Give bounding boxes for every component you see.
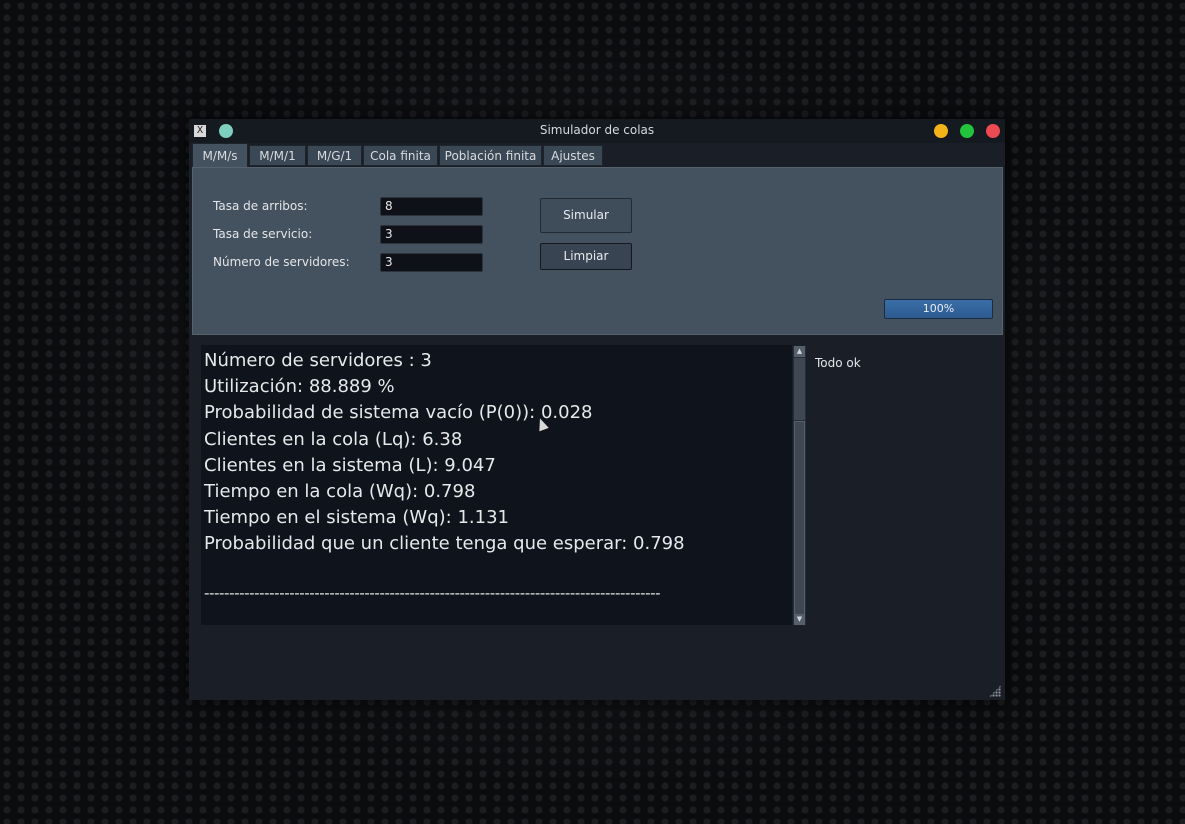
output-scrollbar[interactable]: ▲ ▼ — [793, 346, 806, 625]
tab-ajustes[interactable]: Ajustes — [543, 145, 603, 166]
scrollbar-track[interactable] — [794, 358, 805, 420]
result-line: Utilización: 88.889 % — [204, 376, 395, 398]
arrival-rate-label: Tasa de arribos: — [213, 199, 308, 213]
result-line: Clientes en la cola (Lq): 6.38 — [204, 428, 463, 450]
maximize-button[interactable] — [960, 124, 974, 138]
status-message: Todo ok — [815, 356, 861, 370]
close-button[interactable] — [986, 124, 1000, 138]
results-output[interactable]: Número de servidores : 3 Utilización: 88… — [201, 345, 792, 625]
result-line: Tiempo en la cola (Wq): 0.798 — [204, 480, 476, 502]
servers-input[interactable]: 3 — [380, 253, 483, 272]
service-rate-label: Tasa de servicio: — [213, 227, 313, 241]
result-line: Número de servidores : 3 — [204, 350, 432, 371]
simulate-button[interactable]: Simular — [540, 198, 632, 233]
tab-mms[interactable]: M/M/s — [192, 143, 248, 168]
progress-bar: 100% — [884, 299, 993, 319]
result-separator: ----------------------------------------… — [204, 584, 661, 602]
result-line: Probabilidad de sistema vacío (P(0)): 0.… — [204, 402, 593, 424]
mms-panel: Tasa de arribos: 8 Tasa de servicio: 3 N… — [192, 167, 1003, 335]
minimize-button[interactable] — [934, 124, 948, 138]
tab-mg1[interactable]: M/G/1 — [307, 145, 362, 166]
service-rate-input[interactable]: 3 — [380, 225, 483, 244]
tab-cola-finita[interactable]: Cola finita — [363, 145, 438, 166]
scroll-down-arrow-icon[interactable]: ▼ — [794, 614, 805, 625]
tab-poblacion-finita[interactable]: Población finita — [439, 145, 542, 166]
resize-grip-icon[interactable] — [989, 685, 1001, 697]
app-window: X Simulador de colas M/M/s M/M/1 M/G/1 C… — [189, 119, 1005, 700]
servers-label: Número de servidores: — [213, 255, 350, 269]
scroll-up-arrow-icon[interactable]: ▲ — [794, 346, 805, 357]
window-title: Simulador de colas — [539, 123, 655, 137]
clear-button[interactable]: Limpiar — [540, 243, 632, 270]
result-line: Tiempo en el sistema (Wq): 1.131 — [204, 507, 509, 529]
result-line: Probabilidad que un cliente tenga que es… — [204, 533, 685, 555]
tab-mm1[interactable]: M/M/1 — [249, 145, 306, 166]
arrival-rate-input[interactable]: 8 — [380, 197, 483, 216]
scrollbar-thumb[interactable] — [794, 421, 805, 615]
result-line: Clientes en la sistema (L): 9.047 — [204, 454, 496, 476]
title-bar[interactable]: X Simulador de colas — [189, 119, 1005, 143]
